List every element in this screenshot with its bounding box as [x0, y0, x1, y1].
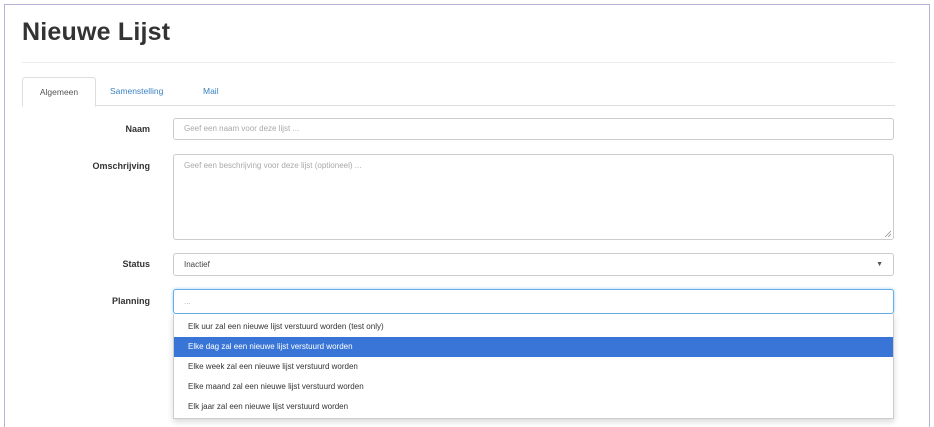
planning-option[interactable]: Elke maand zal een nieuwe lijst verstuur…	[174, 377, 893, 397]
planning-option[interactable]: Elke week zal een nieuwe lijst verstuurd…	[174, 357, 893, 377]
planning-search-input[interactable]: ...	[173, 289, 894, 314]
caret-down-icon: ▼	[876, 261, 883, 268]
status-value: Inactief	[184, 260, 210, 269]
tab-bar: Algemeen Samenstelling Mail	[22, 77, 895, 107]
naam-placeholder: Geef een naam voor deze lijst ...	[184, 124, 300, 133]
tab-algemeen[interactable]: Algemeen	[22, 77, 96, 107]
planning-option[interactable]: Elk jaar zal een nieuwe lijst verstuurd …	[174, 397, 893, 417]
title-divider	[22, 62, 895, 63]
omschrijving-placeholder: Geef een beschrijving voor deze lijst (o…	[184, 161, 362, 170]
naam-label: Naam	[125, 124, 150, 134]
planning-option-highlighted[interactable]: Elke dag zal een nieuwe lijst verstuurd …	[174, 337, 893, 357]
planning-label: Planning	[112, 296, 150, 306]
status-label: Status	[122, 259, 150, 269]
planning-dropdown: Elk uur zal een nieuwe lijst verstuurd w…	[173, 314, 894, 419]
omschrijving-label: Omschrijving	[92, 161, 150, 171]
tab-mail[interactable]: Mail	[203, 77, 219, 105]
status-select[interactable]: Inactief ▼	[173, 253, 894, 276]
omschrijving-textarea[interactable]: Geef een beschrijving voor deze lijst (o…	[173, 154, 894, 240]
planning-option[interactable]: Elk uur zal een nieuwe lijst verstuurd w…	[174, 317, 893, 337]
planning-search-value: ...	[184, 297, 191, 306]
tab-samenstelling[interactable]: Samenstelling	[110, 77, 163, 105]
page-title: Nieuwe Lijst	[22, 18, 171, 46]
resize-handle-icon[interactable]	[884, 230, 891, 237]
naam-input[interactable]: Geef een naam voor deze lijst ...	[173, 118, 894, 140]
